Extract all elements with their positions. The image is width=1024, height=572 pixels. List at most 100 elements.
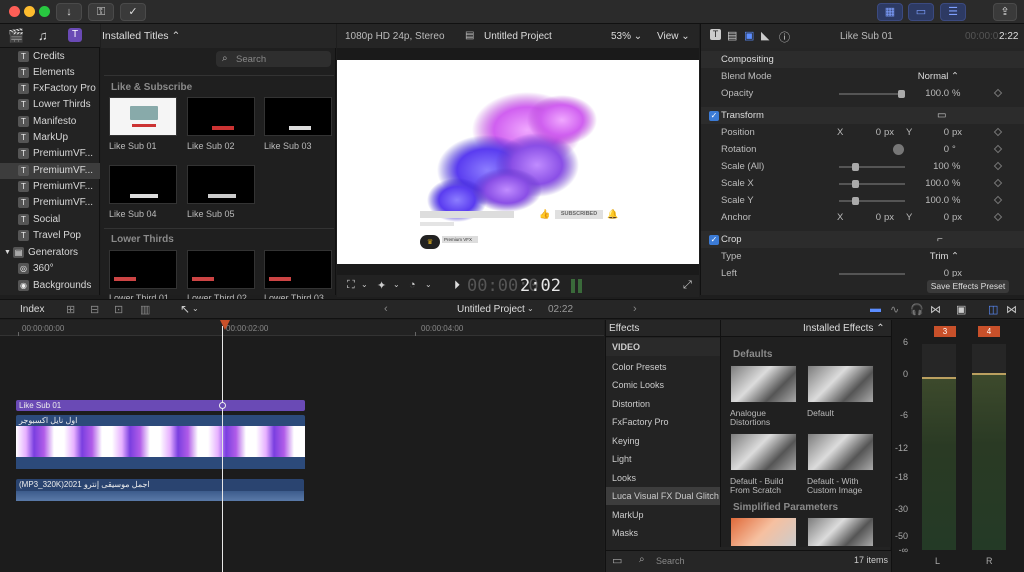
crop-onscreen-icon[interactable]: ⌐ [937, 231, 943, 248]
keyframe-icon[interactable] [993, 178, 1003, 188]
blend-mode-dropdown[interactable]: Normal ⌃ [911, 68, 959, 85]
rotation-dial[interactable] [893, 144, 904, 155]
title-clip[interactable]: Like Sub 01 [16, 400, 305, 411]
index-button[interactable]: Index [20, 304, 44, 315]
transform-header[interactable]: ✓ Transform ▭ [701, 107, 1024, 124]
sidebar-item-fxfactory-pro[interactable]: T FxFactory Pro [0, 81, 100, 97]
sidebar-item-credits[interactable]: T Credits [0, 49, 100, 65]
effect-thumb-default[interactable] [807, 365, 874, 403]
sidebar-item-premiumvf-1[interactable]: T PremiumVF... [0, 146, 100, 162]
scale-all-value[interactable]: 100 [919, 158, 949, 175]
keyframe-icon[interactable] [993, 161, 1003, 171]
effect-thumb[interactable] [730, 517, 797, 547]
keyframe-icon[interactable] [993, 212, 1003, 222]
keywords-button[interactable]: ⚿ [88, 3, 114, 21]
sidebar-item-social[interactable]: T Social [0, 212, 100, 228]
slider-knob[interactable] [852, 163, 859, 171]
sidebar-item-manifesto[interactable]: T Manifesto [0, 114, 100, 130]
forward-arrow-icon[interactable]: › [633, 303, 637, 315]
position-x-value[interactable]: 0 [861, 124, 881, 141]
timeline-ruler[interactable] [0, 320, 604, 336]
sidebar-item-generators[interactable]: ▼ ▤ Generators [0, 245, 100, 261]
sidebar-item-travel-pop[interactable]: T Travel Pop [0, 228, 100, 244]
effects-category[interactable]: Keying [606, 432, 720, 450]
sidebar-item-premiumvf-3[interactable]: T PremiumVF... [0, 179, 100, 195]
transform-tool-icon[interactable]: ⛶ [347, 279, 355, 292]
chevron-down-icon[interactable]: ⌄ [393, 280, 400, 289]
effect-thumb-custom-image[interactable] [807, 433, 874, 471]
view-dropdown[interactable]: View ⌄ [657, 31, 690, 42]
save-effects-preset-button[interactable]: Save Effects Preset [927, 280, 1009, 293]
speed-icon[interactable]: ◔ [409, 279, 416, 291]
back-arrow-icon[interactable]: ‹ [384, 303, 388, 315]
scale-y-slider[interactable] [839, 200, 905, 202]
effects-category[interactable]: Masks [606, 524, 720, 542]
close-window-button[interactable] [9, 6, 20, 17]
chevron-down-icon[interactable]: ⌄ [361, 280, 368, 289]
video-clip[interactable]: اول نايل اكسبوجر [16, 415, 305, 469]
thumb-like-sub-03[interactable] [264, 97, 332, 136]
enhance-wand-icon[interactable]: ✦ [377, 279, 386, 292]
sidebar-item-360[interactable]: ◎ 360° [0, 261, 100, 277]
transform-checkbox[interactable]: ✓ [709, 111, 719, 121]
effect-thumb[interactable] [807, 517, 874, 547]
effects-category[interactable]: Looks [606, 469, 720, 487]
crop-checkbox[interactable]: ✓ [709, 235, 719, 245]
audio-clip[interactable]: (MP3_320K)2021 اجمل موسيقى إنترو [16, 479, 304, 501]
zoom-dropdown[interactable]: 53% ⌄ [611, 31, 642, 42]
crop-left-slider[interactable] [839, 273, 905, 275]
anchor-x-value[interactable]: 0 [861, 209, 881, 226]
keyframe-icon[interactable] [993, 195, 1003, 205]
thumb-lower-third-01[interactable] [109, 250, 177, 289]
chevron-down-icon[interactable]: ⌄ [527, 304, 534, 313]
sidebar-toggle-icon[interactable]: ▭ [612, 554, 622, 567]
effects-category[interactable]: Light [606, 450, 720, 468]
fullscreen-icon[interactable]: ⤢ [683, 279, 692, 292]
browser-toggle-button[interactable]: ▦ [877, 3, 903, 21]
slider-knob[interactable] [852, 180, 859, 188]
titles-generators-icon[interactable]: T [68, 28, 82, 42]
keyframe-icon[interactable] [993, 88, 1003, 98]
position-y-value[interactable]: 0 [929, 124, 949, 141]
sidebar-item-elements[interactable]: T Elements [0, 65, 100, 81]
sidebar-item-markup[interactable]: T MarkUp [0, 130, 100, 146]
disclosure-triangle-icon[interactable]: ▼ [4, 245, 11, 261]
connect-clip-icon[interactable]: ⊞ [66, 303, 75, 316]
effects-category-selected[interactable]: Luca Visual FX Dual Glitch [606, 487, 720, 505]
effect-thumb-analogue-distortions[interactable] [730, 365, 797, 403]
playhead-line[interactable] [222, 326, 223, 572]
tab-title-inspector[interactable]: T [710, 29, 721, 40]
crop-left-value[interactable]: 0 [919, 265, 949, 277]
crop-header[interactable]: ✓ Crop ⌐ [701, 231, 1024, 248]
tab-info-inspector[interactable]: ⓘ [779, 29, 790, 45]
scale-x-value[interactable]: 100.0 [919, 175, 949, 192]
tab-color-inspector[interactable]: ◣ [761, 29, 769, 42]
import-button[interactable]: ↓ [56, 3, 82, 21]
sidebar-item-backgrounds[interactable]: ◉ Backgrounds [0, 278, 100, 294]
play-icon[interactable]: ⏵ [454, 278, 460, 293]
keyframe-icon[interactable] [993, 127, 1003, 137]
crop-type-dropdown[interactable]: Trim ⌃ [911, 248, 959, 265]
effects-category[interactable]: MarkUp [606, 506, 720, 524]
background-tasks-button[interactable]: ✓ [120, 3, 146, 21]
tab-video-inspector[interactable]: ▣ [744, 29, 754, 42]
chevron-down-icon[interactable]: ⌄ [192, 304, 199, 313]
headphones-icon[interactable]: 🎧 [910, 303, 924, 316]
photos-music-icon[interactable]: ♫ [38, 29, 48, 42]
installed-titles-dropdown[interactable]: Installed Titles ⌃ [102, 30, 180, 42]
effects-search-input[interactable]: ⌕ Search [636, 554, 836, 568]
share-button[interactable]: ⇪ [993, 3, 1017, 21]
thumb-like-sub-01[interactable] [109, 97, 177, 136]
effect-thumb-build-from-scratch[interactable] [730, 433, 797, 471]
clip-appearance-icon[interactable]: ▣ [956, 303, 966, 316]
minimize-window-button[interactable] [24, 6, 35, 17]
scale-x-slider[interactable] [839, 183, 905, 185]
anchor-y-value[interactable]: 0 [929, 209, 949, 226]
tab-text-inspector[interactable]: ▤ [727, 29, 737, 42]
zoom-window-button[interactable] [39, 6, 50, 17]
browser-search-input[interactable]: ⌕ Search [216, 51, 331, 67]
compositing-header[interactable]: Compositing [701, 51, 1024, 68]
append-clip-icon[interactable]: ⊡ [114, 303, 123, 316]
thumb-like-sub-05[interactable] [187, 165, 255, 204]
installed-effects-dropdown[interactable]: Installed Effects ⌃ [803, 323, 885, 334]
